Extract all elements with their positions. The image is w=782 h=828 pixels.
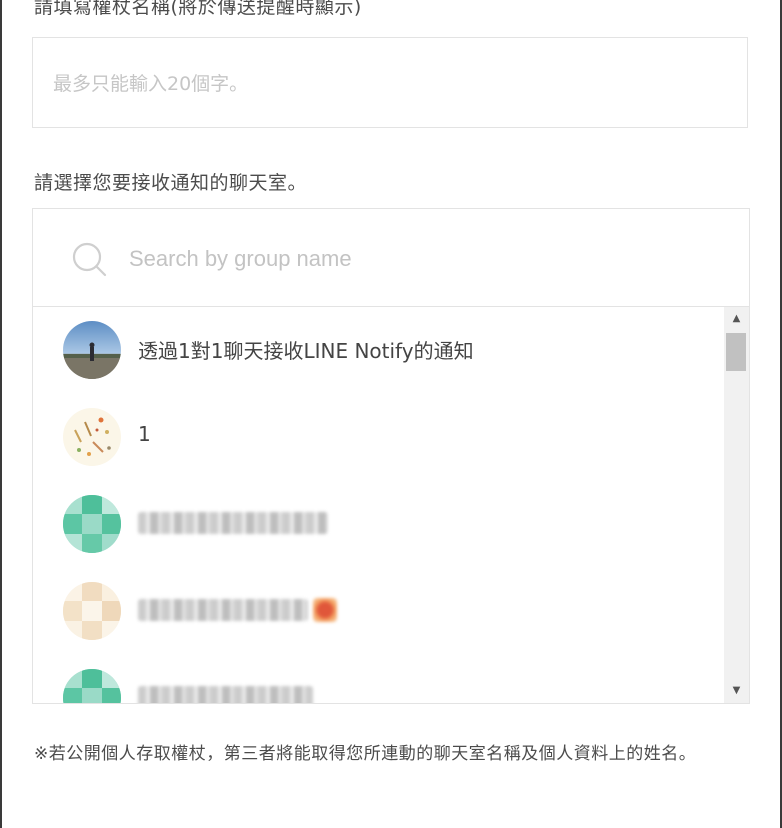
room-item-1[interactable]: 1 [33,394,723,481]
scroll-thumb[interactable] [726,333,746,371]
emoji-icon [313,598,337,622]
photo-avatar [63,321,121,379]
group-search-input[interactable] [127,243,711,275]
green-avatar [63,669,121,703]
beige-avatar [63,582,121,640]
room-item-5[interactable] [33,655,723,703]
search-row [33,209,749,307]
token-name-input[interactable] [51,68,715,100]
room-name [138,512,328,534]
scroll-down-arrow-icon[interactable]: ▼ [724,681,749,701]
window-frame-left [0,0,2,828]
room-name [138,599,308,621]
room-list-scrollbar[interactable]: ▲ ▼ [724,307,749,703]
search-icon [72,242,107,277]
token-name-box [32,37,748,128]
room-name [138,686,313,703]
room-select-box: 透過1對1聊天接收LINE Notify的通知 1 [32,208,750,704]
room-name: 透過1對1聊天接收LINE Notify的通知 [138,339,474,363]
room-item-4[interactable] [33,568,723,655]
privacy-note: ※若公開個人存取權杖，第三者將能取得您所連動的聊天室名稱及個人資料上的姓名。 [34,744,697,764]
room-select-label: 請選擇您要接收通知的聊天室。 [34,172,308,194]
room-item-3[interactable] [33,481,723,568]
scroll-up-arrow-icon[interactable]: ▲ [724,309,749,329]
room-item-1on1[interactable]: 透過1對1聊天接收LINE Notify的通知 [33,307,723,394]
doodle-avatar [63,408,121,466]
room-name: 1 [138,422,151,446]
green-avatar [63,495,121,553]
room-list: 透過1對1聊天接收LINE Notify的通知 1 [33,307,749,703]
token-name-label: 請填寫權杖名稱(將於傳送提醒時顯示) [34,0,362,18]
